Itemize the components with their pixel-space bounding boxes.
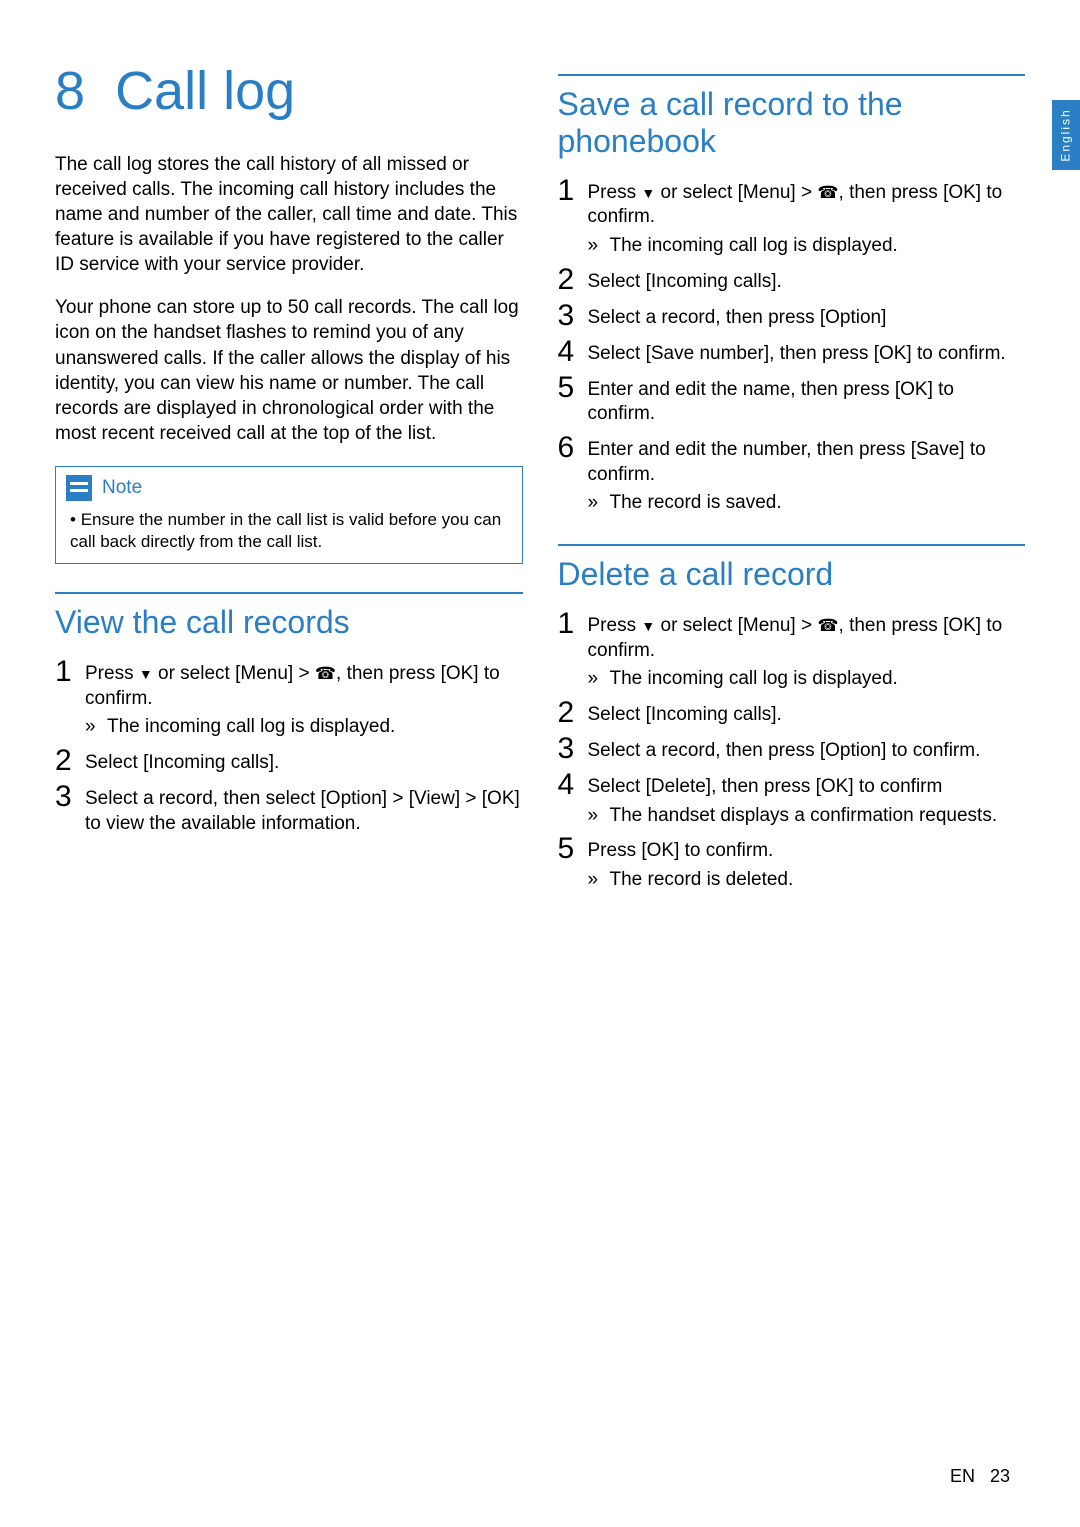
list-item: 3 Select a record, then select [Option] … xyxy=(55,782,523,836)
delete-steps: 1 Press ▼ or select [Menu] > ☎, then pre… xyxy=(558,609,1026,893)
step-result: The incoming call log is displayed. xyxy=(588,667,1026,692)
list-item: 1 Press ▼ or select [Menu] > ☎, then pre… xyxy=(558,609,1026,692)
footer-page-number: 23 xyxy=(990,1466,1010,1486)
chapter-heading: 8 Call log xyxy=(55,60,523,122)
list-item: 2 Select [Incoming calls]. xyxy=(55,746,523,776)
nav-down-icon: ▼ xyxy=(641,618,655,634)
language-tab-label: English xyxy=(1059,108,1073,161)
nav-down-icon: ▼ xyxy=(139,666,153,682)
footer-language: EN xyxy=(950,1466,975,1486)
right-column: Save a call record to the phonebook 1 Pr… xyxy=(558,60,1026,899)
chapter-title: Call log xyxy=(115,61,295,121)
call-log-icon: ☎ xyxy=(315,664,336,683)
page-footer: EN 23 xyxy=(950,1466,1010,1487)
list-item: 4 Select [Save number], then press [OK] … xyxy=(558,337,1026,367)
list-item: 3 Select a record, then press [Option] t… xyxy=(558,734,1026,764)
save-steps: 1 Press ▼ or select [Menu] > ☎, then pre… xyxy=(558,176,1026,517)
nav-down-icon: ▼ xyxy=(641,184,655,200)
list-item: 5 Enter and edit the name, then press [O… xyxy=(558,373,1026,427)
page: English 8 Call log The call log stores t… xyxy=(0,0,1080,1527)
list-item: 2 Select [Incoming calls]. xyxy=(558,698,1026,728)
note-text: Ensure the number in the call list is va… xyxy=(66,509,512,553)
language-tab: English xyxy=(1052,100,1080,170)
list-item: 6 Enter and edit the number, then press … xyxy=(558,433,1026,516)
step-result: The handset displays a confirmation requ… xyxy=(588,804,998,829)
list-item: 3 Select a record, then press [Option] xyxy=(558,301,1026,331)
section-divider xyxy=(558,544,1026,546)
step-result: The record is saved. xyxy=(588,491,1026,516)
call-log-icon: ☎ xyxy=(817,616,838,635)
list-item: 1 Press ▼ or select [Menu] > ☎, then pre… xyxy=(558,176,1026,259)
list-item: 1 Press ▼ or select [Menu] > ☎, then pre… xyxy=(55,657,523,740)
list-item: 5 Press [OK] to confirm. The record is d… xyxy=(558,834,1026,892)
intro-paragraph-2: Your phone can store up to 50 call recor… xyxy=(55,295,523,445)
note-label: Note xyxy=(102,477,142,499)
step-result: The incoming call log is displayed. xyxy=(588,234,1026,259)
note-icon xyxy=(66,475,92,501)
note-box: Note Ensure the number in the call list … xyxy=(55,466,523,564)
note-header: Note xyxy=(66,475,512,501)
chapter-number: 8 xyxy=(55,61,85,121)
section-delete-title: Delete a call record xyxy=(558,556,1026,593)
section-divider xyxy=(558,74,1026,76)
call-log-icon: ☎ xyxy=(817,183,838,202)
section-divider xyxy=(55,592,523,594)
section-save-title: Save a call record to the phonebook xyxy=(558,86,1026,160)
intro-paragraph-1: The call log stores the call history of … xyxy=(55,152,523,277)
view-steps: 1 Press ▼ or select [Menu] > ☎, then pre… xyxy=(55,657,523,836)
content-columns: 8 Call log The call log stores the call … xyxy=(55,60,1025,899)
list-item: 4 Select [Delete], then press [OK] to co… xyxy=(558,770,1026,828)
list-item: 2 Select [Incoming calls]. xyxy=(558,265,1026,295)
section-view-title: View the call records xyxy=(55,604,523,641)
step-result: The incoming call log is displayed. xyxy=(85,715,523,740)
left-column: 8 Call log The call log stores the call … xyxy=(55,60,523,899)
step-result: The record is deleted. xyxy=(588,868,794,893)
